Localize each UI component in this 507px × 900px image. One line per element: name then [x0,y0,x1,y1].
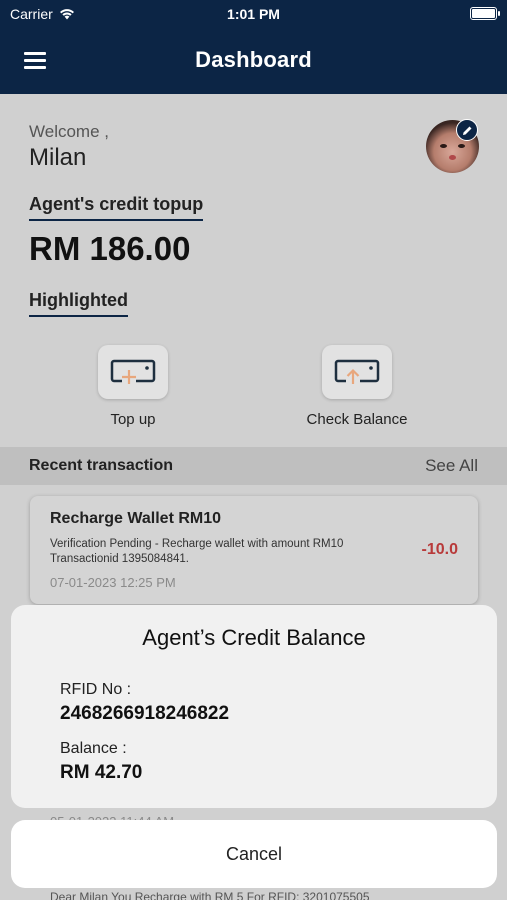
rfid-value: 2468266918246822 [60,703,230,724]
clock: 1:01 PM [227,6,280,22]
credit-balance-sheet: Agent’s Credit Balance RFID No : 2468266… [11,605,497,808]
sheet-title: Agent’s Credit Balance [142,625,366,650]
cancel-button[interactable]: Cancel [11,820,497,888]
rfid-label: RFID No : [60,681,132,698]
balance-label: Balance : [60,740,127,757]
balance-value: RM 42.70 [60,762,143,783]
status-bar: Carrier 1:01 PM [0,0,507,28]
page-title: Dashboard [195,47,312,72]
battery-icon [470,7,500,20]
top-bar: Carrier 1:01 PM Dashboard [0,0,507,94]
